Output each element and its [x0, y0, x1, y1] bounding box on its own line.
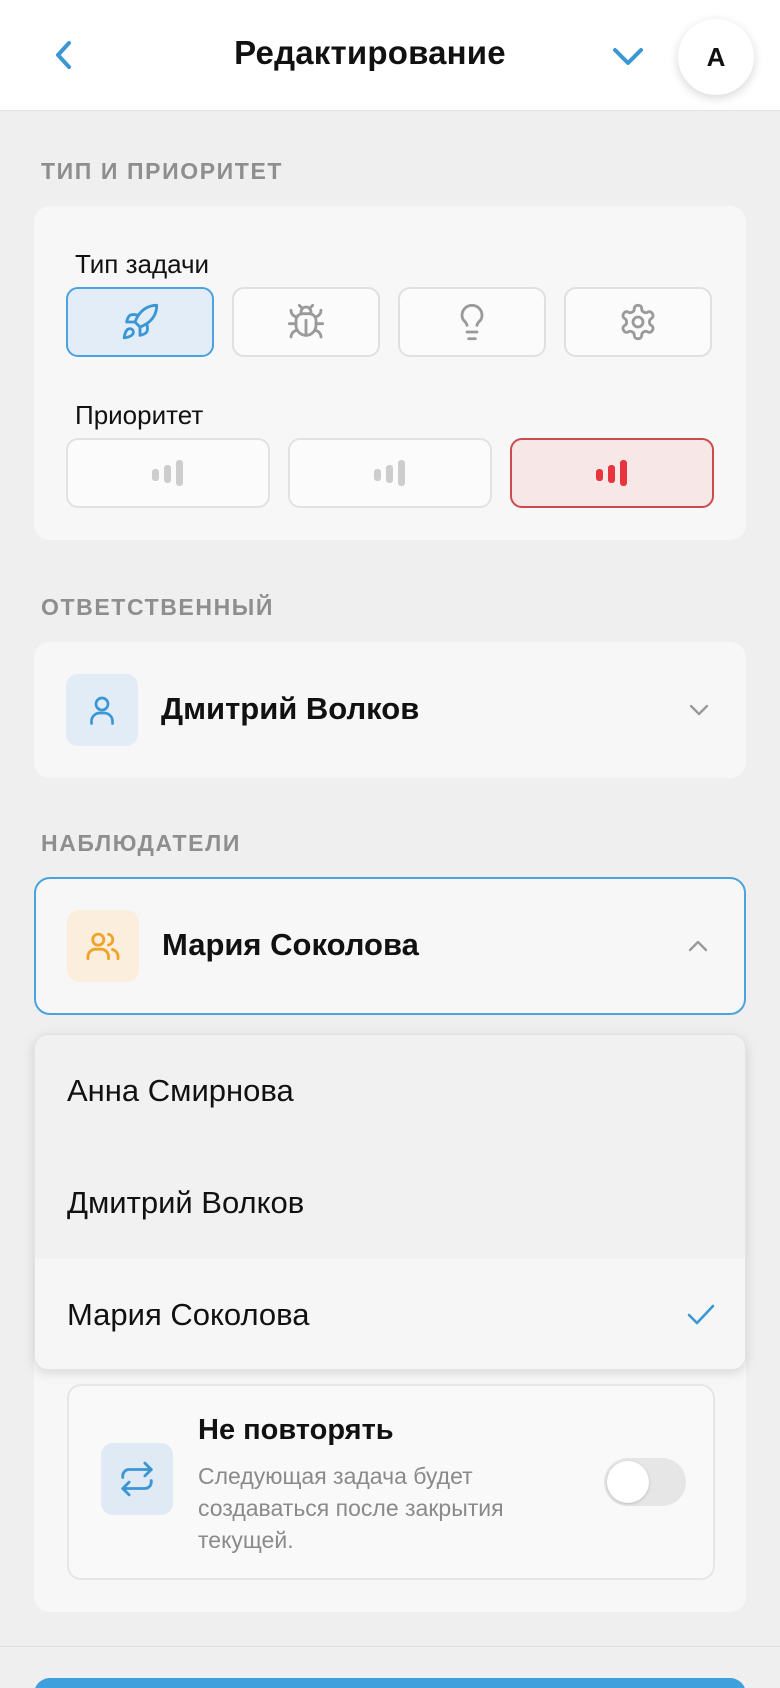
repeat-title: Не повторять — [198, 1414, 394, 1446]
chevron-up-icon — [688, 940, 708, 952]
type-button-settings[interactable] — [564, 287, 712, 357]
top-bar: Редактирование A — [0, 0, 780, 111]
primary-action-button[interactable] — [34, 1678, 746, 1688]
footer-divider — [0, 1646, 780, 1647]
signal-high-icon — [596, 460, 627, 486]
users-icon — [86, 932, 120, 961]
type-button-bug[interactable] — [232, 287, 380, 357]
section-label-watchers: НАБЛЮДАТЕЛИ — [41, 830, 241, 856]
dropdown-option-label: Анна Смирнова — [67, 1073, 294, 1108]
assignee-value: Дмитрий Волков — [161, 691, 420, 726]
priority-button-medium[interactable] — [288, 438, 492, 508]
dropdown-option[interactable]: Анна Смирнова — [35, 1035, 745, 1147]
chevron-down-icon — [689, 704, 709, 716]
repeat-icon — [121, 1461, 153, 1497]
toggle-knob — [607, 1461, 649, 1503]
section-label-assignee: ОТВЕТСТВЕННЫЙ — [41, 594, 275, 620]
type-priority-card: Тип задачи Приоритет — [34, 206, 746, 540]
user-icon — [90, 696, 114, 725]
collapse-button[interactable] — [610, 40, 646, 74]
repeat-icon-box — [101, 1443, 173, 1515]
watchers-dropdown: Анна Смирнова Дмитрий Волков Мария Сокол… — [34, 1034, 746, 1370]
assignee-select[interactable]: Дмитрий Волков — [34, 642, 746, 778]
dropdown-option-selected[interactable]: Мария Соколова — [35, 1259, 745, 1369]
dropdown-option-label: Мария Соколова — [67, 1297, 310, 1332]
rocket-icon — [122, 303, 159, 340]
repeat-toggle[interactable] — [604, 1458, 686, 1506]
type-label: Тип задачи — [75, 249, 210, 279]
assignee-icon-box — [66, 674, 138, 746]
chevron-down-icon — [613, 48, 643, 65]
avatar[interactable]: A — [678, 19, 754, 95]
repeat-description: Следующая задача будет создаваться после… — [198, 1463, 504, 1553]
signal-medium-icon — [374, 460, 405, 486]
repeat-card: Не повторять Следующая задача будет созд… — [34, 1340, 746, 1612]
priority-button-high[interactable] — [510, 438, 714, 508]
type-button-idea[interactable] — [398, 287, 546, 357]
priority-button-low[interactable] — [66, 438, 270, 508]
type-button-feature[interactable] — [66, 287, 214, 357]
watchers-icon-box — [67, 910, 139, 982]
section-label-type-priority: ТИП И ПРИОРИТЕТ — [41, 158, 284, 184]
priority-label: Приоритет — [75, 400, 204, 430]
gear-icon — [621, 303, 655, 341]
watchers-value: Мария Соколова — [162, 927, 419, 962]
signal-low-icon — [152, 460, 183, 486]
lightbulb-icon — [460, 303, 484, 341]
dropdown-option[interactable]: Дмитрий Волков — [35, 1147, 745, 1259]
repeat-option: Не повторять Следующая задача будет созд… — [67, 1384, 715, 1580]
dropdown-option-label: Дмитрий Волков — [67, 1185, 305, 1220]
check-icon — [687, 1304, 715, 1325]
bug-icon — [287, 303, 325, 339]
watchers-select[interactable]: Мария Соколова — [34, 877, 746, 1015]
